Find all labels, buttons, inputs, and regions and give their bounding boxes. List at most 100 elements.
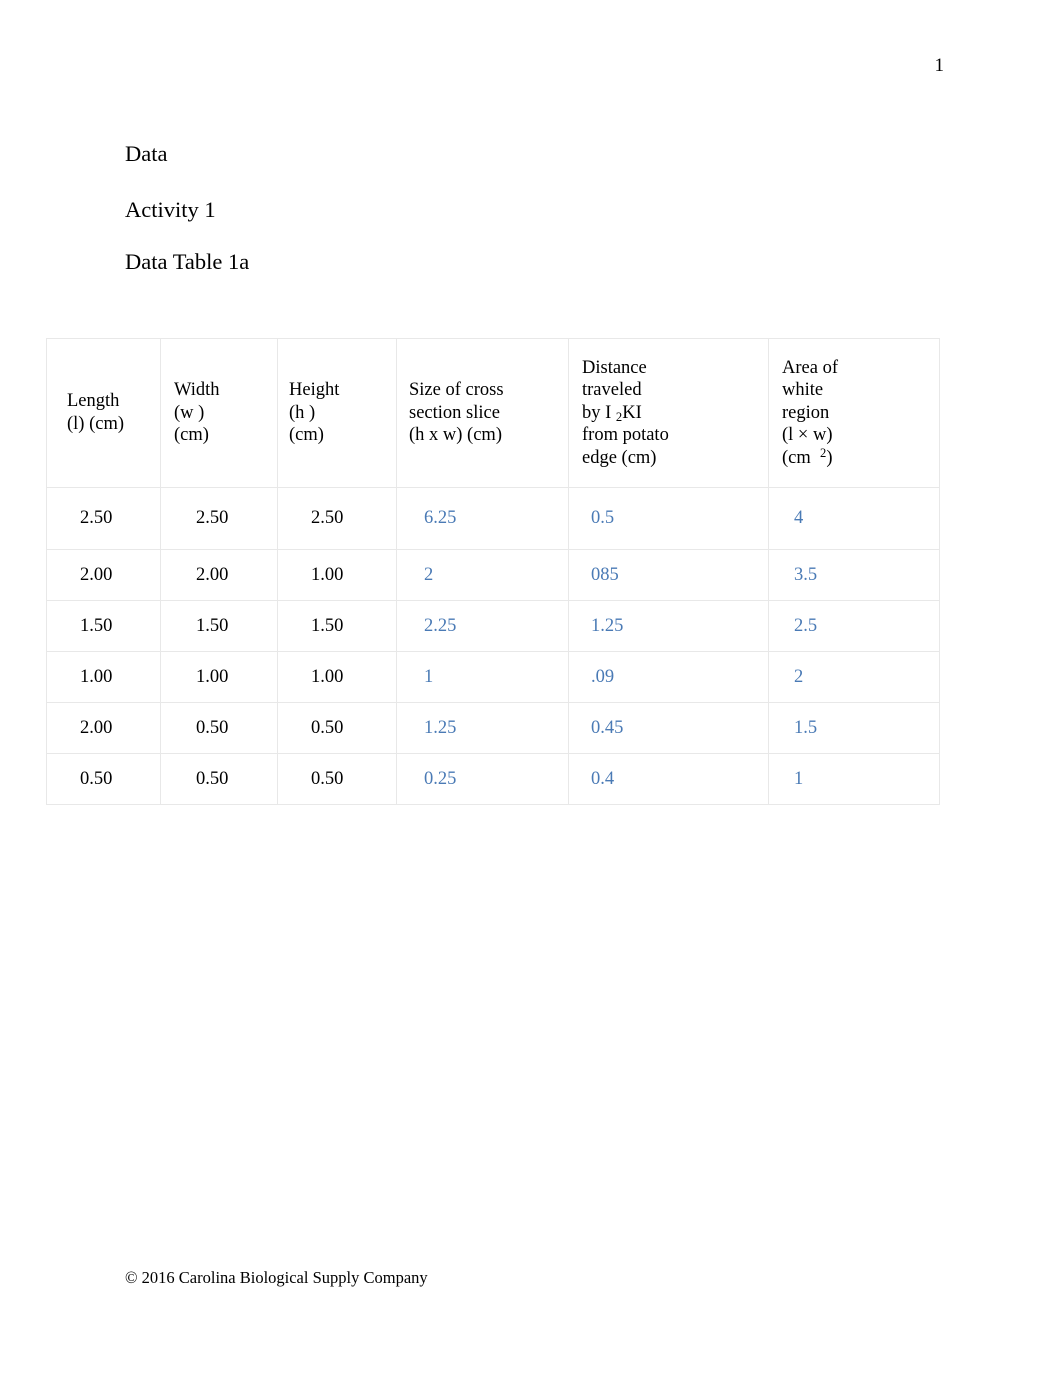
cell-height: 1.00 [277, 651, 397, 703]
copyright-footer: © 2016 Carolina Biological Supply Compan… [125, 1268, 428, 1287]
cell-length: 1.00 [46, 651, 161, 703]
cell-height: 1.50 [277, 600, 397, 652]
column-header-distance-line2: traveled [582, 380, 642, 401]
document-page: 1 Data Activity 1 Data Table 1a Length (… [0, 0, 1062, 1376]
cell-height: 0.50 [277, 753, 397, 805]
cell-value: 2.25 [424, 615, 457, 636]
page-number: 1 [934, 55, 945, 76]
table-row: 0.50 0.50 0.50 0.25 0.4 1 [46, 753, 940, 805]
cell-area[interactable]: 2.5 [768, 600, 940, 652]
column-header-length: Length (l) (cm) [46, 338, 161, 488]
column-header-width-line1: Width [174, 380, 220, 401]
cell-value: 1.5 [794, 717, 818, 738]
cell-cross-section[interactable]: 6.25 [396, 487, 569, 550]
column-header-cross-section-line1: Size of cross [409, 380, 504, 401]
cell-value: 1.50 [196, 615, 229, 636]
table-title: Data Table 1a [125, 249, 250, 274]
cell-width: 1.00 [160, 651, 278, 703]
cell-value: 1.25 [424, 717, 457, 738]
section-heading-data: Data [125, 141, 168, 166]
cell-cross-section[interactable]: 0.25 [396, 753, 569, 805]
column-header-distance-line4: from potato [582, 425, 669, 446]
cell-value: 3.5 [794, 564, 818, 585]
cell-length: 1.50 [46, 600, 161, 652]
cell-value: 2.00 [80, 717, 113, 738]
cell-value: 2.00 [80, 564, 113, 585]
cell-value: 2.50 [311, 508, 344, 529]
table-row: 1.00 1.00 1.00 1 .09 2 [46, 651, 940, 703]
cell-cross-section[interactable]: 2 [396, 549, 569, 601]
cell-distance[interactable]: 0.45 [568, 702, 769, 754]
cell-area[interactable]: 3.5 [768, 549, 940, 601]
column-header-width: Width (w ) (cm) [160, 338, 278, 488]
cell-area[interactable]: 2 [768, 651, 940, 703]
table-header: Length (l) (cm) Width (w ) (cm) Height (… [46, 338, 940, 488]
column-header-height: Height (h ) (cm) [277, 338, 397, 488]
cell-length: 2.00 [46, 549, 161, 601]
cell-value: 0.4 [591, 768, 615, 789]
column-header-area-line5: (cm 2) [782, 447, 939, 470]
cell-height: 1.00 [277, 549, 397, 601]
table-body: 2.50 2.50 2.50 6.25 0.5 4 2.00 2.00 1.00… [46, 487, 940, 805]
distance-formula-prefix: by I [582, 402, 616, 423]
column-header-height-line3: (cm) [289, 425, 324, 446]
cell-area[interactable]: 1 [768, 753, 940, 805]
cell-value: 1.00 [311, 564, 344, 585]
cell-value: 0.50 [196, 717, 229, 738]
area-unit-suffix: ) [826, 447, 833, 468]
cell-length: 2.50 [46, 487, 161, 550]
cell-width: 1.50 [160, 600, 278, 652]
cell-distance[interactable]: 1.25 [568, 600, 769, 652]
column-header-area-line2: white [782, 380, 824, 401]
column-header-width-line3: (cm) [174, 425, 209, 446]
cell-value: 4 [794, 508, 804, 529]
column-header-area-line3: region [782, 402, 830, 423]
column-header-height-line1: Height [289, 380, 340, 401]
column-header-distance-line5: edge (cm) [582, 447, 657, 468]
cell-value: 1.00 [311, 666, 344, 687]
cell-length: 0.50 [46, 753, 161, 805]
cell-value: 2 [794, 666, 804, 687]
cell-value: 0.45 [591, 717, 624, 738]
column-header-area-line1: Area of [782, 357, 838, 378]
cell-value: 0.50 [80, 768, 113, 789]
cell-value: 1.50 [80, 615, 113, 636]
cell-value: 1.25 [591, 615, 624, 636]
cell-area[interactable]: 4 [768, 487, 940, 550]
cell-width: 0.50 [160, 702, 278, 754]
cell-value: .09 [591, 666, 615, 687]
cell-value: 2.5 [794, 615, 818, 636]
cell-value: 1 [794, 768, 804, 789]
cell-value: 1.00 [196, 666, 229, 687]
cell-distance[interactable]: .09 [568, 651, 769, 703]
cell-area[interactable]: 1.5 [768, 702, 940, 754]
cell-distance[interactable]: 0.5 [568, 487, 769, 550]
column-header-distance-traveled: Distance traveled by I 2KI from potato e… [568, 338, 769, 488]
distance-formula-suffix: KI [622, 402, 642, 423]
cell-width: 0.50 [160, 753, 278, 805]
cell-value: 2.50 [80, 508, 113, 529]
cell-width: 2.00 [160, 549, 278, 601]
cell-value: 0.50 [196, 768, 229, 789]
cell-cross-section[interactable]: 1.25 [396, 702, 569, 754]
table-header-row: Length (l) (cm) Width (w ) (cm) Height (… [46, 338, 940, 488]
cell-cross-section[interactable]: 2.25 [396, 600, 569, 652]
cell-value: 1 [424, 666, 434, 687]
cell-cross-section[interactable]: 1 [396, 651, 569, 703]
cell-value: 1.50 [311, 615, 344, 636]
column-header-cross-section: Size of cross section slice (h x w) (cm) [396, 338, 569, 488]
column-header-length-line2: (l) (cm) [67, 414, 125, 434]
cell-value: 0.50 [311, 768, 344, 789]
table-row: 2.00 0.50 0.50 1.25 0.45 1.5 [46, 702, 940, 754]
cell-distance[interactable]: 085 [568, 549, 769, 601]
cell-height: 0.50 [277, 702, 397, 754]
cell-width: 2.50 [160, 487, 278, 550]
table-row: 2.50 2.50 2.50 6.25 0.5 4 [46, 487, 940, 550]
column-header-length-line1: Length [67, 391, 120, 412]
cell-distance[interactable]: 0.4 [568, 753, 769, 805]
column-header-distance-line3: by I 2KI [582, 402, 768, 425]
cell-value: 1.00 [80, 666, 113, 687]
column-header-area-white-region: Area of white region (l × w) (cm 2) [768, 338, 940, 488]
cell-height: 2.50 [277, 487, 397, 550]
cell-length: 2.00 [46, 702, 161, 754]
